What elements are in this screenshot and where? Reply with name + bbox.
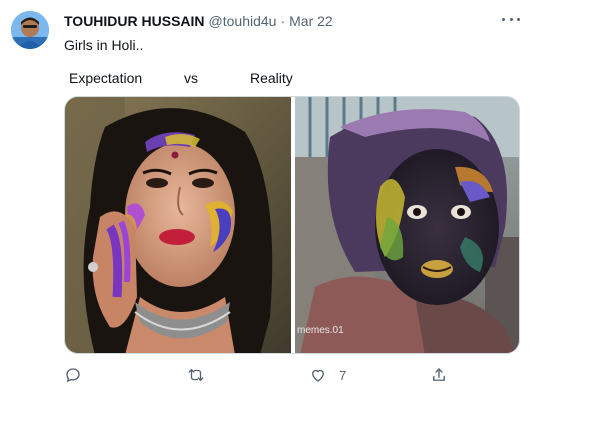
- tweet-text: Girls in Holi..: [64, 37, 144, 53]
- reply-icon: [64, 366, 82, 384]
- tweet-image[interactable]: memes.01: [64, 96, 520, 354]
- watermark-text: memes.01: [297, 325, 344, 336]
- share-button[interactable]: [430, 364, 448, 386]
- share-icon: [430, 366, 448, 384]
- retweet-icon: [186, 366, 206, 384]
- tweet-actions: 7: [0, 364, 591, 386]
- tweet-date[interactable]: Mar 22: [289, 13, 333, 29]
- separator-dot: ·: [280, 13, 286, 29]
- avatar[interactable]: [11, 11, 49, 49]
- display-name[interactable]: TOUHIDUR HUSSAIN: [64, 13, 205, 29]
- like-button[interactable]: 7: [309, 364, 346, 386]
- like-count: 7: [339, 367, 347, 383]
- user-handle[interactable]: @touhid4u: [209, 13, 277, 29]
- retweet-button[interactable]: [186, 364, 206, 386]
- expectation-photo: [65, 97, 291, 353]
- tweet-header: TOUHIDUR HUSSAIN @touhid4u · Mar 22: [64, 12, 333, 30]
- tweet-card[interactable]: TOUHIDUR HUSSAIN @touhid4u · Mar 22 Girl…: [0, 0, 591, 429]
- caption-reality: Reality: [250, 70, 293, 86]
- reality-photo: memes.01: [295, 97, 519, 353]
- caption-expectation: Expectation: [69, 70, 143, 86]
- caption-vs: vs: [184, 70, 198, 86]
- heart-icon: [309, 366, 327, 384]
- reply-button[interactable]: [64, 364, 82, 386]
- more-options-icon[interactable]: [502, 14, 520, 24]
